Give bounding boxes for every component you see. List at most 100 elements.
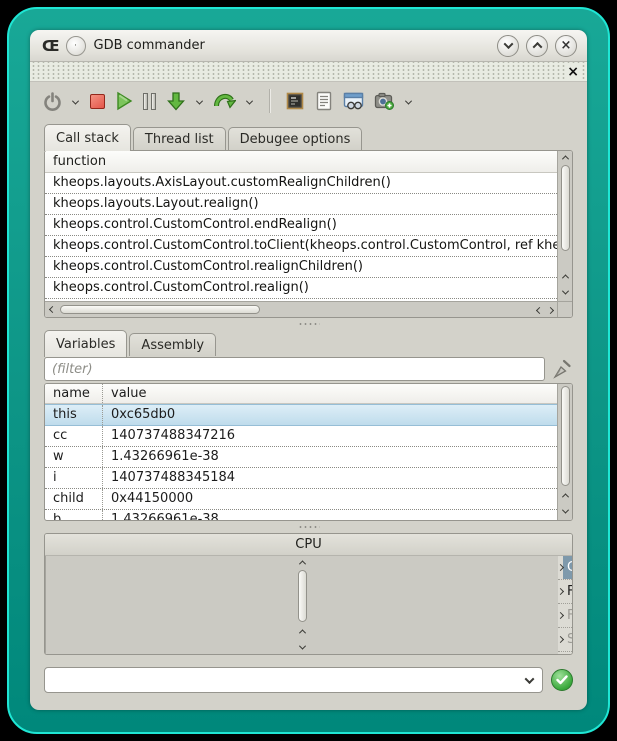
cpu-panel: CPU CPU (TInspectableGPR) FLAGS [PF,ZF,I… xyxy=(44,533,573,655)
scroll-thumb[interactable] xyxy=(561,165,570,251)
command-combobox[interactable] xyxy=(44,667,543,693)
step-over-button[interactable] xyxy=(211,87,239,115)
scroll-down-icon[interactable] xyxy=(300,639,305,654)
variable-row[interactable]: cc 140737488347216 xyxy=(45,426,557,447)
pause-button[interactable] xyxy=(140,87,159,115)
scroll-thumb[interactable] xyxy=(60,305,260,314)
call-stack-hscrollbar[interactable] xyxy=(45,301,557,317)
titlebar: Œ · GDB commander × xyxy=(30,30,587,62)
power-dropdown[interactable] xyxy=(69,87,83,115)
step-into-dropdown[interactable] xyxy=(193,87,207,115)
watch-window-button[interactable] xyxy=(340,87,367,115)
close-icon: × xyxy=(561,39,572,52)
source-list-button[interactable] xyxy=(312,87,336,115)
cpu-vscrollbar[interactable] xyxy=(45,556,558,655)
variable-row[interactable]: w 1.43266961e-38 xyxy=(45,447,557,468)
debug-toolbar xyxy=(30,82,587,120)
cpu-register-row[interactable]: SSR (TInspectableSSR) xyxy=(558,628,572,652)
tab-thread-list[interactable]: Thread list xyxy=(133,127,226,150)
cpu-panel-title: CPU xyxy=(45,534,572,556)
stop-button[interactable] xyxy=(87,87,108,115)
variable-row[interactable]: i 140737488345184 xyxy=(45,468,557,489)
call-stack-row[interactable]: kheops.control.CustomControl.endRealign(… xyxy=(45,215,557,236)
step-over-dropdown[interactable] xyxy=(243,87,257,115)
dock-close-icon[interactable]: × xyxy=(565,65,581,79)
pause-icon xyxy=(143,93,156,110)
expand-icon[interactable] xyxy=(558,565,563,570)
filter-row xyxy=(30,356,587,383)
watch-window-icon xyxy=(343,91,364,111)
maximize-button[interactable] xyxy=(526,35,548,57)
scroll-left-icon[interactable] xyxy=(537,302,542,317)
call-stack-row[interactable]: kheops.layouts.AxisLayout.customRealignC… xyxy=(45,173,557,194)
window-menu-button[interactable]: · xyxy=(66,36,86,56)
confirm-button[interactable] xyxy=(551,669,573,691)
play-icon xyxy=(115,91,133,111)
call-stack-row[interactable]: kheops.control.CustomControl.realign() xyxy=(45,278,557,299)
add-snapshot-button[interactable] xyxy=(371,87,398,115)
cpu-view-button[interactable] xyxy=(282,87,308,115)
tab-call-stack[interactable]: Call stack xyxy=(44,124,131,151)
tab-debugee-options[interactable]: Debugee options xyxy=(228,127,363,150)
variables-vscrollbar[interactable] xyxy=(557,384,572,520)
call-stack-panel: function kheops.layouts.AxisLayout.custo… xyxy=(44,150,573,318)
expand-icon[interactable] xyxy=(558,589,563,594)
expand-icon[interactable] xyxy=(558,637,563,642)
column-name[interactable]: name xyxy=(45,384,103,403)
scroll-down-icon[interactable] xyxy=(563,284,568,299)
scroll-up-icon[interactable] xyxy=(295,556,309,569)
minimize-button[interactable] xyxy=(497,35,519,57)
run-button[interactable] xyxy=(112,87,136,115)
check-icon xyxy=(556,675,568,685)
variable-row[interactable]: this 0xc65db0 xyxy=(45,404,557,426)
window-title: GDB commander xyxy=(94,38,489,53)
clear-filter-button[interactable] xyxy=(551,358,573,380)
scroll-up-icon[interactable] xyxy=(558,151,572,164)
mid-tab-bar: Variables Assembly xyxy=(30,330,587,356)
call-stack-vscrollbar[interactable] xyxy=(557,151,572,301)
app-icon: Œ xyxy=(42,37,58,55)
cpu-register-row[interactable]: FLAGS [PF,ZF,IF] xyxy=(558,580,572,604)
scroll-up-icon[interactable] xyxy=(563,268,568,283)
cpu-register-row[interactable]: FPU (TInspectableFPR) xyxy=(558,604,572,628)
command-row xyxy=(44,667,573,693)
column-value[interactable]: value xyxy=(103,384,147,403)
power-icon xyxy=(43,92,62,111)
expand-icon[interactable] xyxy=(558,613,563,618)
call-stack-row[interactable]: kheops.control.CustomControl.realignChil… xyxy=(45,257,557,278)
step-over-icon xyxy=(214,91,236,111)
scroll-thumb[interactable] xyxy=(561,386,570,486)
tab-variables[interactable]: Variables xyxy=(44,330,127,357)
cpu-register-row[interactable]: CPU (TInspectableGPR) xyxy=(558,556,572,580)
scroll-right-icon[interactable] xyxy=(548,302,553,317)
variable-row[interactable]: b 1.43266961e-38 xyxy=(45,510,557,520)
scrollbar-corner xyxy=(557,301,572,317)
variables-header[interactable]: name value xyxy=(45,384,557,404)
combo-dropdown-icon[interactable] xyxy=(525,674,535,684)
gdb-commander-window: Œ · GDB commander × × xyxy=(30,30,587,710)
call-stack-row[interactable]: kheops.control.CustomControl.toClient(kh… xyxy=(45,236,557,257)
horizontal-splitter[interactable] xyxy=(30,318,587,330)
call-stack-row[interactable]: kheops.layouts.Layout.realign() xyxy=(45,194,557,215)
snapshot-dropdown[interactable] xyxy=(402,87,416,115)
scroll-thumb[interactable] xyxy=(298,570,307,622)
cpu-chip-icon xyxy=(285,91,305,111)
horizontal-splitter[interactable] xyxy=(30,521,587,533)
broom-icon xyxy=(551,358,573,380)
filter-input[interactable] xyxy=(44,357,545,381)
document-icon xyxy=(315,91,333,111)
close-button[interactable]: × xyxy=(555,35,577,57)
dock-handle-strip[interactable]: × xyxy=(30,62,587,82)
scroll-down-icon[interactable] xyxy=(563,503,568,518)
scroll-up-icon[interactable] xyxy=(300,623,305,638)
scroll-left-icon[interactable] xyxy=(45,303,59,316)
scroll-up-icon[interactable] xyxy=(563,487,568,502)
tab-assembly[interactable]: Assembly xyxy=(129,333,216,356)
step-into-icon xyxy=(166,91,186,111)
variable-row[interactable]: child 0x44150000 xyxy=(45,489,557,510)
top-tab-bar: Call stack Thread list Debugee options xyxy=(30,123,587,150)
power-button[interactable] xyxy=(40,87,65,115)
step-into-button[interactable] xyxy=(163,87,189,115)
call-stack-column-header[interactable]: function xyxy=(45,151,557,173)
stop-icon xyxy=(90,94,105,109)
